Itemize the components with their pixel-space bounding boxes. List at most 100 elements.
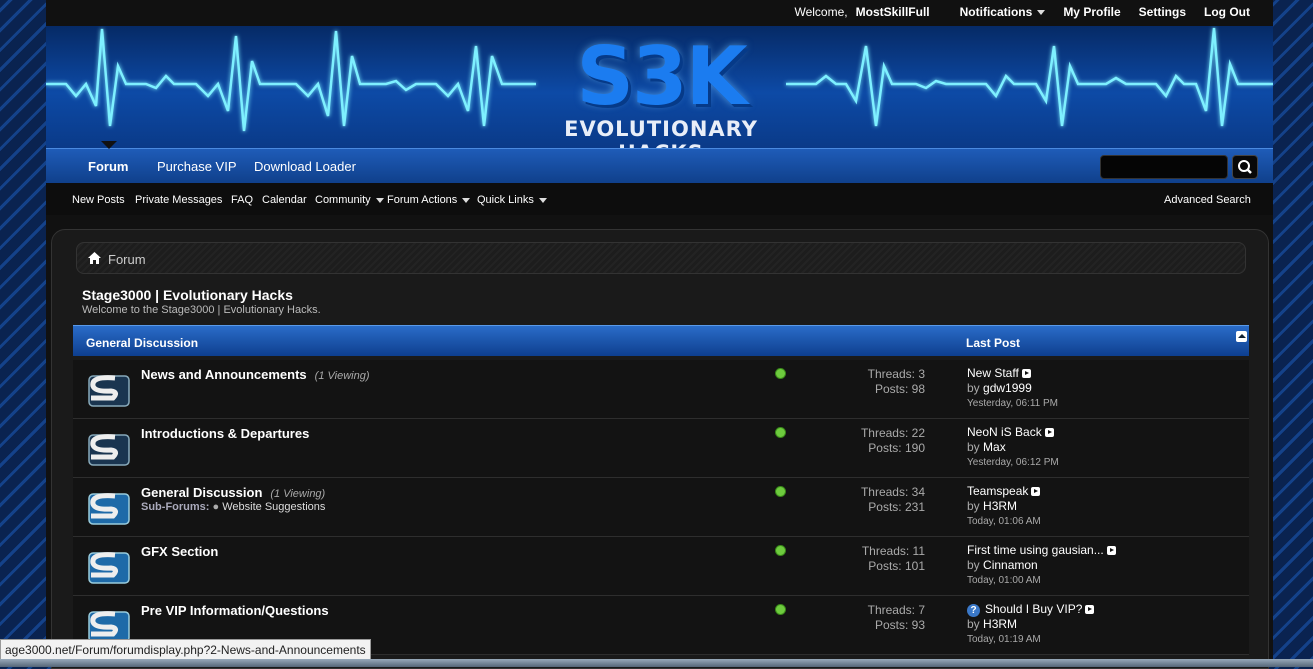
go-to-post-icon[interactable] (1031, 487, 1041, 496)
breadcrumb-forum[interactable]: Forum (108, 252, 146, 267)
breadcrumb: Forum (76, 242, 1246, 274)
last-post: Teamspeak by H3RM Today, 01:06 AM (967, 484, 1041, 529)
chevron-down-icon (1037, 10, 1046, 16)
forum-title[interactable]: News and Announcements (1 Viewing) (141, 367, 369, 382)
threads-count: Threads: 34 (860, 485, 925, 499)
main-content: Forum Stage3000 | Evolutionary Hacks Wel… (51, 229, 1269, 669)
advanced-search-link[interactable]: Advanced Search (1164, 194, 1251, 206)
subnav-private-messages[interactable]: Private Messages (135, 194, 222, 206)
last-post-user[interactable]: Cinnamon (983, 558, 1038, 572)
forum-icon[interactable] (85, 488, 131, 526)
username-link[interactable]: MostSkillFull (856, 5, 930, 19)
page: Welcome, MostSkillFull Notifications My … (46, 0, 1273, 669)
posts-count: Posts: 190 (868, 441, 925, 455)
last-post-user[interactable]: gdw1999 (983, 381, 1032, 395)
last-post-title[interactable]: Teamspeak (967, 484, 1028, 498)
site-logo[interactable]: S3K EVOLUTIONARY HACKS (536, 30, 786, 148)
by-label: by (967, 381, 980, 395)
logo-main: S3K (576, 30, 747, 123)
browser-status-bar: age3000.net/Forum/forumdisplay.php?2-New… (0, 639, 371, 661)
chevron-down-icon (462, 197, 471, 203)
notifications-menu[interactable]: Notifications (942, 5, 1046, 19)
sub-nav: New Posts Private Messages FAQ Calendar … (46, 183, 1273, 215)
forum-name: General Discussion (141, 485, 263, 500)
last-post-user[interactable]: H3RM (983, 617, 1017, 631)
go-to-post-icon[interactable] (1021, 369, 1031, 378)
page-description: Welcome to the Stage3000 | Evolutionary … (82, 304, 321, 316)
subforum-link[interactable]: Website Suggestions (222, 501, 325, 513)
last-post: First time using gausian... by Cinnamon … (967, 543, 1116, 588)
last-post-user[interactable]: H3RM (983, 499, 1017, 513)
forum-stats: Threads: 7 Posts: 93 (825, 603, 925, 633)
forum-title[interactable]: Introductions & Departures (141, 426, 317, 441)
search-icon (1238, 160, 1252, 174)
speech-bubble-icon: ● (212, 501, 220, 513)
log-out-link[interactable]: Log Out (1204, 5, 1250, 19)
posts-count: Posts: 93 (874, 618, 925, 632)
forum-title[interactable]: Pre VIP Information/Questions (141, 603, 337, 618)
last-post-title[interactable]: New Staff (967, 366, 1019, 380)
active-tab-pointer (101, 141, 117, 149)
search-input[interactable] (1100, 155, 1228, 179)
threads-count: Threads: 22 (860, 426, 925, 440)
posts-count: Posts: 98 (874, 382, 925, 396)
forum-stats: Threads: 34 Posts: 231 (825, 485, 925, 515)
subnav-quick-links[interactable]: Quick Links (477, 194, 547, 206)
last-post-header: Last Post (966, 336, 1021, 350)
subnav-community[interactable]: Community (315, 194, 384, 206)
last-post-title[interactable]: Should I Buy VIP? (985, 602, 1082, 616)
by-label: by (967, 499, 980, 513)
last-post-time: Today, 01:06 AM (967, 516, 1041, 527)
threads-count: Threads: 3 (867, 367, 925, 381)
go-to-post-icon[interactable] (1106, 546, 1116, 555)
welcome-text: Welcome, (794, 5, 848, 19)
search-button[interactable] (1232, 155, 1258, 179)
forum-name: Introductions & Departures (141, 426, 310, 441)
tab-purchase-vip[interactable]: Purchase VIP (157, 159, 237, 174)
subnav-forum-actions[interactable]: Forum Actions (387, 194, 471, 206)
os-taskbar (0, 659, 1313, 667)
chevron-down-icon (375, 197, 384, 203)
by-label: by (967, 558, 980, 572)
forum-stats: Threads: 11 Posts: 101 (825, 544, 925, 574)
go-to-post-icon[interactable] (1044, 428, 1054, 437)
forum-icon[interactable] (85, 547, 131, 585)
last-post-user[interactable]: Max (983, 440, 1006, 454)
status-dot (775, 486, 786, 497)
viewing-count: (1 Viewing) (270, 488, 326, 500)
last-post-time: Yesterday, 06:11 PM (967, 398, 1058, 409)
last-post: ? Should I Buy VIP? by H3RM Today, 01:19 … (967, 602, 1095, 647)
last-post-title[interactable]: First time using gausian... (967, 543, 1104, 557)
status-dot (775, 427, 786, 438)
forum-icon[interactable] (85, 370, 131, 408)
go-to-post-icon[interactable] (1085, 605, 1095, 614)
home-icon[interactable] (88, 252, 101, 264)
forum-stats: Threads: 3 Posts: 98 (825, 367, 925, 397)
subnav-calendar[interactable]: Calendar (262, 194, 307, 206)
last-post-time: Today, 01:00 AM (967, 575, 1041, 586)
subforums: Sub-Forums: ● Website Suggestions (141, 501, 325, 513)
category-header: General Discussion Last Post (73, 325, 1249, 356)
forum-row: News and Announcements (1 Viewing) Thread… (73, 360, 1249, 419)
subnav-new-posts[interactable]: New Posts (72, 194, 125, 206)
last-post-time: Yesterday, 06:12 PM (967, 457, 1059, 468)
subforums-label: Sub-Forums: (141, 501, 210, 513)
forum-name: GFX Section (141, 544, 219, 559)
last-post-title[interactable]: NeoN iS Back (967, 425, 1042, 439)
subnav-faq[interactable]: FAQ (231, 194, 253, 206)
posts-count: Posts: 101 (868, 559, 925, 573)
forum-title[interactable]: GFX Section (141, 544, 226, 559)
tab-forum[interactable]: Forum (88, 159, 128, 174)
site-banner: S3K EVOLUTIONARY HACKS (46, 26, 1273, 148)
community-label: Community (315, 194, 371, 206)
status-dot (775, 545, 786, 556)
settings-link[interactable]: Settings (1139, 5, 1186, 19)
page-title: Stage3000 | Evolutionary Hacks (82, 287, 293, 303)
collapse-icon[interactable] (1236, 331, 1247, 342)
forum-icon[interactable] (85, 429, 131, 467)
category-title[interactable]: General Discussion (86, 336, 198, 350)
my-profile-link[interactable]: My Profile (1063, 5, 1120, 19)
forum-title[interactable]: General Discussion (1 Viewing) (141, 485, 325, 500)
status-dot (775, 368, 786, 379)
tab-download-loader[interactable]: Download Loader (254, 159, 356, 174)
